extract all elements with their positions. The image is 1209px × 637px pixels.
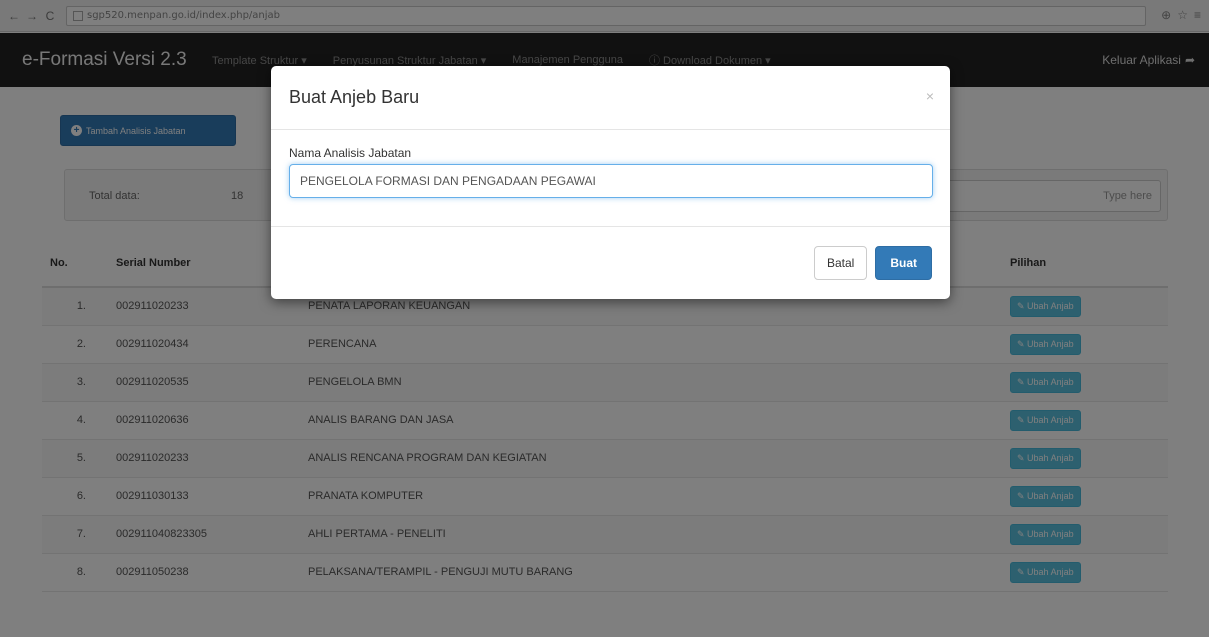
close-icon[interactable]: × [926,88,934,104]
modal-title: Buat Anjeb Baru [289,87,420,107]
field-label: Nama Analisis Jabatan [289,146,412,160]
modal-header: Buat Anjeb Baru × [271,66,950,130]
create-button[interactable]: Buat [875,246,932,280]
create-anjab-modal: Buat Anjeb Baru × Nama Analisis Jabatan … [271,66,950,299]
anjab-name-input[interactable] [289,164,933,198]
cancel-button[interactable]: Batal [813,246,868,280]
modal-body: Nama Analisis Jabatan [271,130,950,226]
modal-footer: Batal Buat [271,226,950,299]
